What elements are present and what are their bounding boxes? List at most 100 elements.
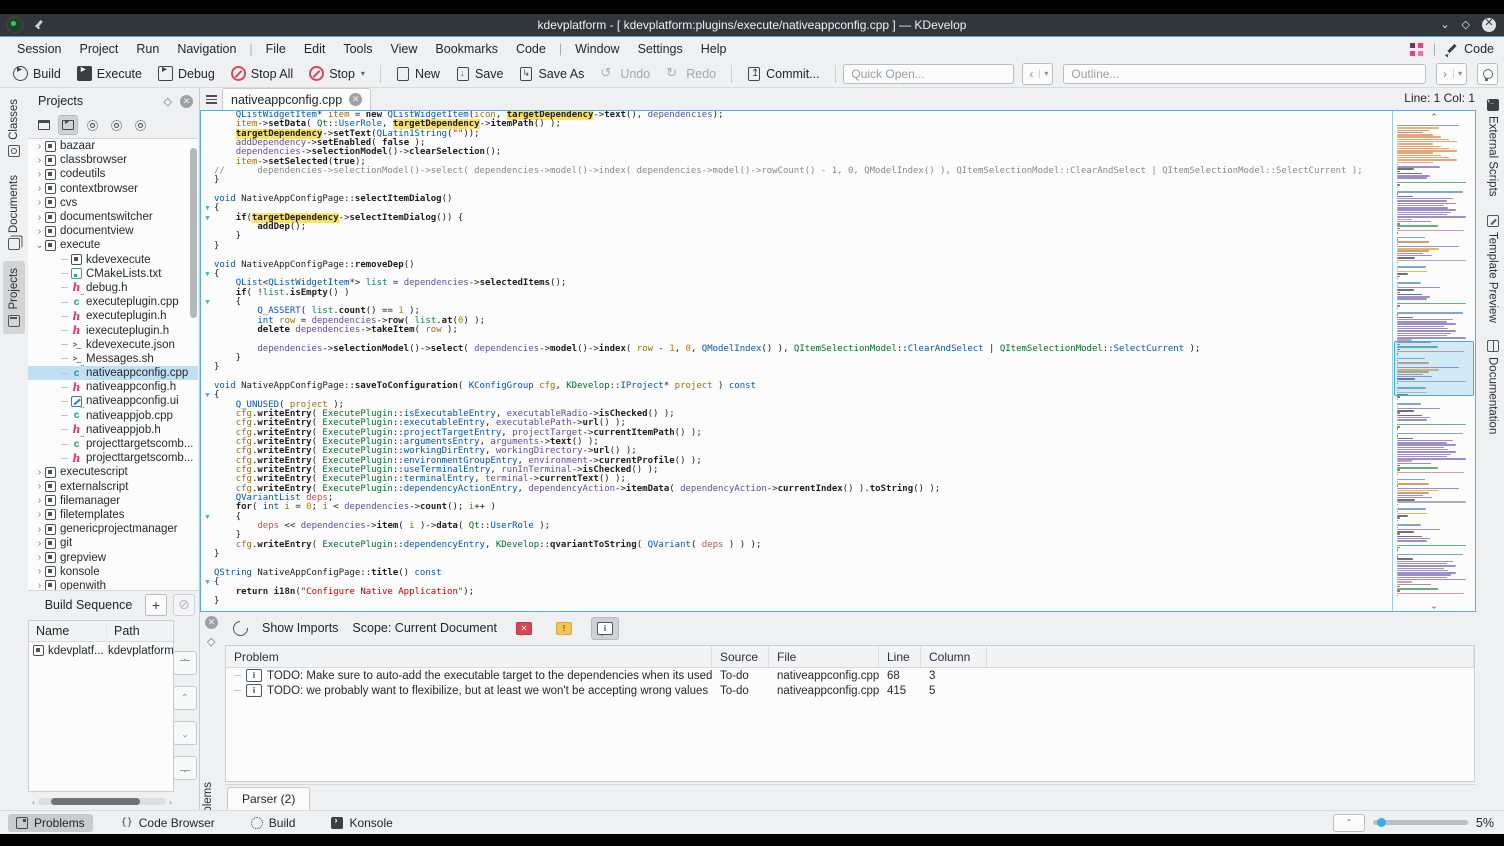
dock-tab-template-preview[interactable]: Template Preview [1484,208,1501,330]
move-bottom-button[interactable]: ⌃ [173,756,197,780]
column-header-line[interactable]: Line [879,646,921,667]
fold-marker-icon[interactable]: ▼ [201,513,214,522]
expander-closed-icon[interactable]: › [34,538,45,549]
column-header-file[interactable]: File [769,646,879,667]
filter-warnings-button[interactable]: ! [551,618,577,639]
forward-dropdown-icon[interactable]: ▾ [1453,69,1466,78]
move-down-button[interactable]: ⌃ [173,721,197,745]
redo-button[interactable]: Redo [659,63,723,84]
column-header-name[interactable]: Name [29,624,107,638]
build-sequence-hscrollbar[interactable]: ‹ › [32,797,172,807]
tree-item-filemanager[interactable]: › filemanager [28,494,198,508]
maximize-icon[interactable]: ◇ [1462,19,1470,31]
refresh-icon[interactable] [229,617,252,639]
tree-item-nativeappjob-cpp[interactable]: cnativeappjob.cpp [28,406,198,423]
area-code-button[interactable]: Code [1446,42,1494,56]
tree-item-debug-h[interactable]: h debug.h [28,281,198,295]
minimap[interactable]: ⌃ ⌃ [1392,111,1475,611]
save-as-button[interactable]: Save As [512,64,591,84]
execute-button[interactable]: Execute [70,63,149,84]
statusbar-expand-button[interactable]: ⌃ [1332,813,1365,832]
navigate-forward-button[interactable]: › ▾ [1436,62,1468,85]
dock-tab-projects[interactable]: Projects [3,261,25,334]
expander-closed-icon[interactable]: › [34,566,45,577]
add-build-item-button[interactable]: + [145,593,167,616]
dock-tab-documents[interactable]: Documents [3,168,25,257]
expander-closed-icon[interactable]: › [34,141,45,152]
statusbar-build-button[interactable]: Build [243,814,304,832]
build-sequence-row[interactable]: kdevplatf... kdevplatform [29,642,173,659]
expander-closed-icon[interactable]: › [34,509,45,520]
fold-marker-icon[interactable]: ▼ [201,391,214,400]
tree-item-cmakelists-txt[interactable]: CMakeLists.txt [28,267,198,281]
menu-file[interactable]: File [257,42,295,56]
expander-closed-icon[interactable]: › [34,155,45,166]
move-top-button[interactable]: ⌃ [173,651,197,675]
analyze-button[interactable] [1477,62,1498,85]
menu-view[interactable]: View [382,42,427,56]
tree-item-documentswitcher[interactable]: › documentswitcher [28,210,198,224]
outline-input[interactable] [1063,63,1427,84]
menu-navigation[interactable]: Navigation [168,42,245,56]
reload-project-button[interactable] [106,115,126,135]
expander-closed-icon[interactable]: › [34,212,45,223]
tree-item-contextbrowser[interactable]: › contextbrowser [28,182,198,196]
expander-closed-icon[interactable]: › [34,580,45,590]
tree-item-genericprojectmanager[interactable]: › genericprojectmanager [28,522,198,536]
column-header-column[interactable]: Column [921,646,987,667]
close-icon[interactable]: ✕ [1482,18,1496,32]
code-text[interactable]: QListWidgetItem* item = new QListWidgetI… [201,111,1393,611]
statusbar-code-browser-button[interactable]: {} Code Browser [113,814,223,832]
tree-item-nativeappconfig-h[interactable]: h nativeappconfig.h [28,380,198,394]
fold-marker-icon[interactable]: ▼ [201,204,214,213]
tree-item-codeutils[interactable]: › codeutils [28,167,198,181]
expander-closed-icon[interactable]: › [34,467,45,478]
column-header-problem[interactable]: Problem [226,646,712,667]
dock-tab-classes[interactable]: Classes [3,92,25,164]
tree-item-nativeappjob-h[interactable]: h nativeappjob.h [28,423,198,437]
filter-info-button[interactable]: i [590,616,619,640]
expander-closed-icon[interactable]: › [34,481,45,492]
tree-item-cvs[interactable]: › cvs [28,196,198,210]
zoom-slider-knob[interactable] [1376,818,1386,827]
tree-item-externalscript[interactable]: › externalscript [28,480,198,494]
tree-item-filetemplates[interactable]: › filetemplates [28,508,198,522]
save-button[interactable]: Save [449,64,511,84]
tree-item-openwith[interactable]: › openwith [28,579,198,590]
build-settings-button[interactable] [82,115,102,135]
configure-project-button[interactable] [130,115,150,135]
statusbar-problems-button[interactable]: Problems [8,813,93,832]
tree-scrollbar[interactable] [190,148,197,318]
column-header-path[interactable]: Path [107,624,173,638]
menu-help[interactable]: Help [692,42,736,56]
editor-tab-nativeappconfig[interactable]: nativeappconfig.cpp ✕ [222,88,372,110]
menu-tools[interactable]: Tools [334,42,381,56]
code-editor[interactable]: QListWidgetItem* item = new QListWidgetI… [200,110,1476,612]
expander-closed-icon[interactable]: › [34,495,45,506]
problem-row[interactable]: i TODO: Make sure to auto-add the executa… [226,668,1474,683]
dock-tab-documentation[interactable]: Documentation [1484,333,1501,441]
menu-settings[interactable]: Settings [629,42,692,56]
scope-button[interactable]: Scope: Current Document [352,621,497,635]
parser-tab[interactable]: Parser (2) [227,787,311,810]
stop-all-button[interactable]: Stop All [224,63,300,84]
area-switcher-icon[interactable] [1409,42,1423,56]
close-problems-icon[interactable]: ✕ [205,616,218,629]
minimap-viewport[interactable] [1394,341,1474,396]
fold-marker-icon[interactable]: ▼ [201,270,214,279]
menu-run[interactable]: Run [127,42,168,56]
expander-closed-icon[interactable]: › [34,524,45,535]
fold-marker-icon[interactable]: ▼ [201,578,214,587]
move-up-button[interactable]: ⌃ [173,686,197,710]
debug-button[interactable]: Debug [151,63,222,84]
tree-item-classbrowser[interactable]: › classbrowser [28,153,198,167]
tree-item-executescript[interactable]: › executescript [28,465,198,479]
tree-item-projecttargetscomb[interactable]: h projecttargetscomb... [28,451,198,465]
tree-item-konsole[interactable]: › konsole [28,565,198,579]
tree-item-nativeappconfig-ui[interactable]: nativeappconfig.ui [28,394,198,408]
column-header-source[interactable]: Source [712,646,769,667]
navigate-back-button[interactable]: ‹ ▾ [1022,62,1054,85]
tree-item-grepview[interactable]: › grepview [28,550,198,564]
tree-item-executeplugin-h[interactable]: h executeplugin.h [28,309,198,323]
open-project-folder-button[interactable] [34,115,54,135]
